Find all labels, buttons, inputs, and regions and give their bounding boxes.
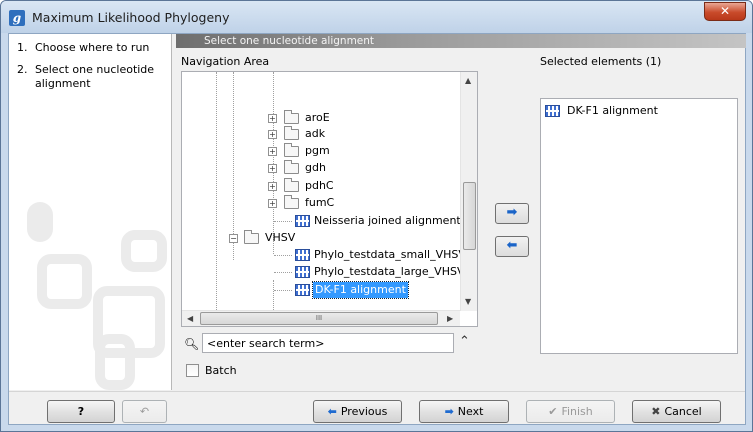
expand-icon[interactable]: + <box>268 130 277 139</box>
window-title: Maximum Likelihood Phylogeny <box>32 10 230 25</box>
navigation-tree[interactable]: + aroE + adk + pgm + gdh + pdhC + fumC N… <box>181 71 478 327</box>
batch-checkbox[interactable] <box>186 364 199 377</box>
watermark-shape <box>37 254 92 309</box>
tree-guide <box>274 221 292 222</box>
search-input[interactable] <box>202 333 454 353</box>
step-number: 2. <box>17 63 28 76</box>
tree-item-label: fumC <box>305 196 335 209</box>
cancel-label: Cancel <box>664 405 702 418</box>
step-header: Select one nucleotide alignment <box>176 34 746 48</box>
cancel-button[interactable]: ✖ Cancel <box>632 400 721 423</box>
dialog-window: g Maximum Likelihood Phylogeny ✕ 1. Choo… <box>0 0 753 432</box>
folder-icon <box>284 143 299 157</box>
tree-item-label: Phylo_testdata_large_VHSV al <box>314 265 478 278</box>
folder-icon <box>284 126 299 140</box>
folder-icon <box>284 195 299 209</box>
scroll-left-icon[interactable]: ◀ <box>187 314 193 323</box>
watermark-shape <box>95 334 135 390</box>
collapse-icon[interactable]: − <box>229 234 238 243</box>
collapse-search-icon[interactable]: ⌃ <box>459 334 470 349</box>
tree-guide <box>274 255 292 256</box>
selected-elements-label: Selected elements (1) <box>540 55 662 68</box>
footer-divider <box>9 391 745 392</box>
scroll-right-icon[interactable]: ▶ <box>447 314 453 323</box>
tree-item-label: gdh <box>305 161 326 174</box>
scroll-down-icon[interactable]: ▼ <box>465 297 471 306</box>
folder-icon <box>284 110 299 124</box>
close-button[interactable]: ✕ <box>704 2 746 21</box>
tree-guide <box>233 72 234 260</box>
tree-item-label: DK-F1 alignment <box>312 281 409 299</box>
next-button[interactable]: ➡ Next <box>419 400 509 423</box>
tree-item-label: adk <box>305 127 326 140</box>
tree-guide <box>216 72 217 326</box>
step-label: Choose where to run <box>35 41 150 54</box>
selected-elements-list[interactable]: DK-F1 alignment <box>540 98 738 354</box>
tree-item-label: Phylo_testdata_small_VHSV al <box>314 248 478 261</box>
wizard-steps-panel: 1. Choose where to run 2. Select one nuc… <box>9 34 172 390</box>
help-label: ? <box>77 405 85 418</box>
cancel-x-icon: ✖ <box>651 405 661 418</box>
reset-button[interactable]: ↶ <box>122 400 167 423</box>
previous-button[interactable]: ⬅ Previous <box>313 400 402 423</box>
expand-icon[interactable]: + <box>268 114 277 123</box>
dialog-body: 1. Choose where to run 2. Select one nuc… <box>8 33 746 425</box>
tree-guide <box>274 290 292 291</box>
title-bar[interactable]: g Maximum Likelihood Phylogeny ✕ <box>1 1 752 33</box>
app-icon: g <box>9 10 25 26</box>
folder-icon <box>284 178 299 192</box>
tree-vertical-scrollbar[interactable]: ▲ ▼ <box>460 72 477 311</box>
tree-guide <box>273 72 274 254</box>
alignment-icon <box>295 284 310 296</box>
remove-from-selection-button[interactable]: ⬅ <box>495 236 529 257</box>
check-icon: ✔ <box>548 405 558 418</box>
finish-label: Finish <box>561 405 593 418</box>
add-to-selection-button[interactable]: ➡ <box>495 203 529 224</box>
tree-item-label: Neisseria joined alignment <box>314 214 461 227</box>
watermark-shape <box>27 202 53 242</box>
step-number: 1. <box>17 41 28 54</box>
arrow-right-icon: ➡ <box>444 405 454 418</box>
tree-guide <box>274 272 292 273</box>
step-label: Select one nucleotide alignment <box>35 63 155 90</box>
expand-icon[interactable]: + <box>268 147 277 156</box>
alignment-icon <box>545 105 560 117</box>
folder-icon <box>284 160 299 174</box>
selected-item-label: DK-F1 alignment <box>567 104 658 117</box>
next-label: Next <box>457 405 484 418</box>
horizontal-scroll-thumb[interactable]: III <box>200 312 438 325</box>
tree-item-label: aroE <box>305 111 330 124</box>
alignment-icon <box>295 215 310 227</box>
tree-item-label: VHSV <box>265 231 296 244</box>
alignment-icon <box>295 266 310 278</box>
expand-icon[interactable]: + <box>268 164 277 173</box>
expand-icon[interactable]: + <box>268 182 277 191</box>
batch-label: Batch <box>205 364 237 377</box>
expand-icon[interactable]: + <box>268 199 277 208</box>
tree-item-label: pgm <box>305 144 330 157</box>
arrow-left-icon: ⬅ <box>327 405 337 418</box>
vertical-scroll-thumb[interactable] <box>463 182 476 250</box>
alignment-icon <box>295 249 310 261</box>
help-button[interactable]: ? <box>47 400 115 423</box>
reset-icon: ↶ <box>139 405 150 418</box>
tree-horizontal-scrollbar[interactable]: ◀ III ▶ <box>182 310 460 326</box>
watermark-shape <box>121 230 167 272</box>
tree-item-label: pdhC <box>305 179 334 192</box>
scroll-up-icon[interactable]: ▲ <box>465 76 471 85</box>
finish-button[interactable]: ✔ Finish <box>526 400 615 423</box>
search-icon[interactable]: 🔍︎ <box>184 337 199 351</box>
folder-open-icon <box>244 230 259 244</box>
previous-label: Previous <box>340 405 388 418</box>
navigation-area-label: Navigation Area <box>181 55 270 68</box>
